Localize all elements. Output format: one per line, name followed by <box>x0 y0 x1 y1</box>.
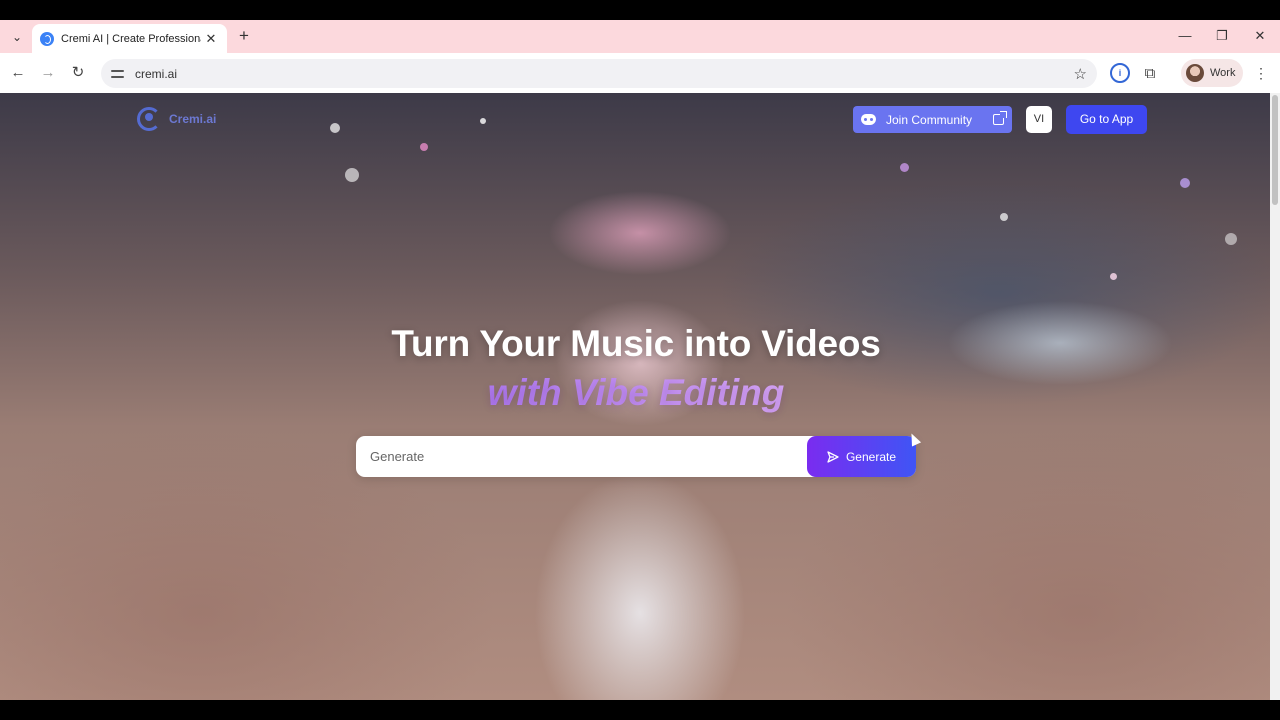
join-community-button[interactable]: Join Community <box>853 106 1012 133</box>
hero-subtitle-text: with Vibe Editing <box>487 372 785 413</box>
confetti-dot <box>420 143 428 151</box>
site-info-icon[interactable] <box>111 67 125 81</box>
generate-bar: Generate <box>356 436 916 477</box>
bookmark-star-icon[interactable]: ☆ <box>1074 65 1087 83</box>
screen: ⌄ Cremi AI | Create Professional V ✕ + —… <box>0 0 1280 720</box>
generate-input[interactable] <box>356 436 806 477</box>
send-icon <box>827 450 839 463</box>
confetti-dot <box>1110 273 1117 280</box>
close-icon[interactable]: ✕ <box>203 31 219 47</box>
avatar <box>1186 64 1204 82</box>
reload-icon[interactable]: ↻ <box>67 62 89 84</box>
forward-icon[interactable]: → <box>37 62 59 84</box>
confetti-dot <box>900 163 909 172</box>
profile-button[interactable]: Work <box>1181 59 1243 87</box>
restore-button[interactable]: ❐ <box>1210 26 1234 46</box>
url-text[interactable]: cremi.ai <box>135 67 177 81</box>
minimize-button[interactable]: — <box>1173 26 1197 46</box>
password-manager-icon[interactable]: i <box>1110 63 1130 83</box>
go-to-app-button[interactable]: Go to App <box>1066 105 1147 134</box>
back-icon[interactable]: ← <box>7 62 29 84</box>
page-viewport: Cremi.ai Join Community VI Go to App Tur… <box>0 93 1270 700</box>
language-button[interactable]: VI <box>1026 106 1052 133</box>
menu-icon[interactable]: ⋮ <box>1254 63 1268 83</box>
confetti-dot <box>345 168 359 182</box>
favicon-icon <box>40 31 54 46</box>
address-bar[interactable]: cremi.ai ☆ <box>101 59 1097 88</box>
brand-name: Cremi.ai <box>169 112 217 126</box>
confetti-dot <box>330 123 340 133</box>
browser-toolbar: ← → ↻ cremi.ai ☆ i ⧉ Work ⋮ <box>0 53 1280 93</box>
confetti-dot <box>1180 178 1190 188</box>
external-link-icon <box>993 111 1007 125</box>
new-tab-button[interactable]: + <box>234 25 254 47</box>
page-scrollbar[interactable] <box>1270 93 1280 700</box>
join-community-label: Join Community <box>886 112 973 127</box>
scrollbar-thumb[interactable] <box>1272 95 1278 205</box>
tab-strip: ⌄ Cremi AI | Create Professional V ✕ + —… <box>0 20 1280 53</box>
window-close-button[interactable]: ✕ <box>1248 26 1272 46</box>
brand-logo[interactable]: Cremi.ai <box>137 107 216 131</box>
confetti-dot <box>1000 213 1008 221</box>
discord-icon <box>861 114 876 125</box>
logo-icon <box>137 107 161 131</box>
confetti-dot <box>1225 233 1237 245</box>
extensions-icon[interactable]: ⧉ <box>1140 63 1160 83</box>
profile-label: Work <box>1210 67 1236 79</box>
browser-tab[interactable]: Cremi AI | Create Professional V ✕ <box>32 24 227 53</box>
generate-button-label: Generate <box>845 449 897 464</box>
generate-button[interactable]: Generate <box>807 436 916 477</box>
tab-list-icon[interactable]: ⌄ <box>6 26 28 48</box>
tab-title: Cremi AI | Create Professional V <box>61 32 201 45</box>
confetti-dot <box>480 118 486 124</box>
hero-subtitle: with Vibe Editing <box>0 372 1270 414</box>
hero-title: Turn Your Music into Videos <box>391 323 881 364</box>
